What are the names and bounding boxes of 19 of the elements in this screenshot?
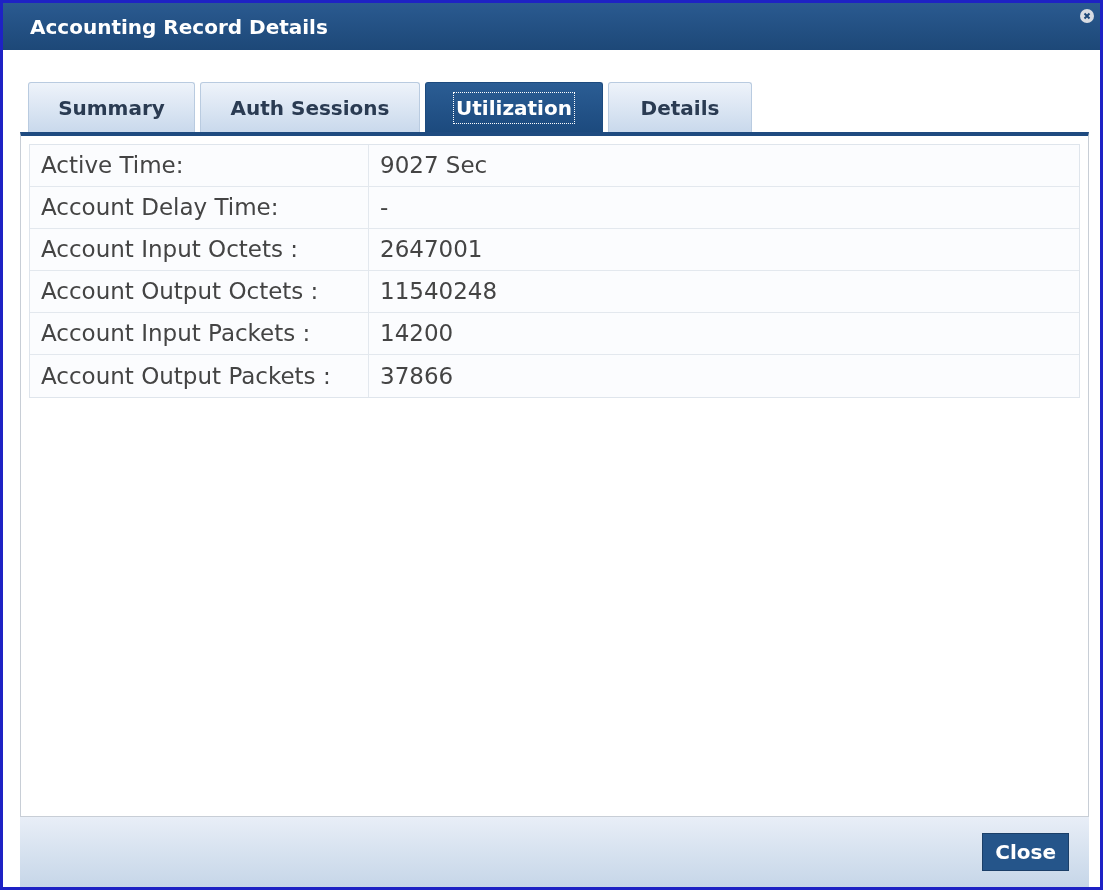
field-value: 14200 bbox=[379, 319, 455, 349]
field-label: Account Input Octets : bbox=[30, 229, 369, 270]
field-value: 37866 bbox=[379, 361, 455, 391]
tab[interactable]: Details bbox=[608, 82, 752, 132]
tab[interactable]: Summary bbox=[28, 82, 195, 132]
close-icon[interactable] bbox=[1080, 9, 1094, 23]
field-label: Account Input Packets : bbox=[30, 313, 369, 354]
window-title: Accounting Record Details bbox=[30, 13, 328, 41]
field-value: - bbox=[379, 193, 390, 223]
field-value: 2647001 bbox=[379, 235, 484, 265]
tab[interactable]: Auth Sessions bbox=[200, 82, 420, 132]
field-label: Active Time: bbox=[30, 145, 369, 186]
tab[interactable]: Utilization bbox=[425, 82, 603, 132]
field-label: Account Delay Time: bbox=[30, 187, 369, 228]
field-value: 11540248 bbox=[379, 277, 499, 307]
field-label: Account Output Packets : bbox=[30, 355, 369, 397]
field-label: Account Output Octets : bbox=[30, 271, 369, 312]
field-value: 9027 Sec bbox=[379, 151, 489, 181]
close-button[interactable]: Close bbox=[982, 833, 1069, 871]
